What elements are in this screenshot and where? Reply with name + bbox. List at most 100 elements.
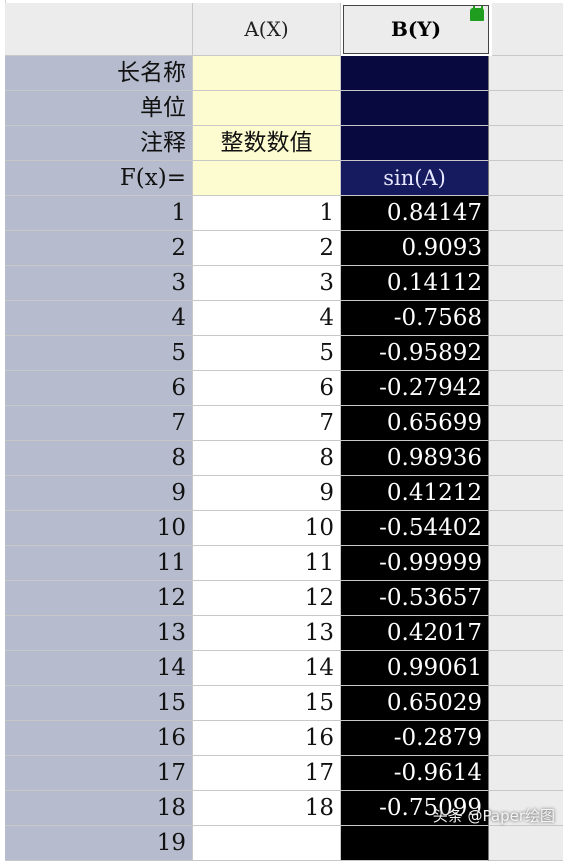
units-label: 单位 [5, 91, 193, 126]
worksheet-grid: A(X) B(Y) 长名称 单位 注释 整数数值 F(x)= sin(A) 11… [5, 3, 563, 861]
corner-cell[interactable] [5, 3, 193, 56]
table-row: 6 6 -0.27942 [5, 371, 563, 406]
empty-cell [489, 546, 563, 581]
column-header-a[interactable]: A(X) [193, 3, 341, 56]
column-header-b-label: B(Y) [390, 17, 442, 41]
empty-cell [489, 756, 563, 791]
row-number[interactable]: 15 [5, 686, 193, 721]
cell-a[interactable]: 9 [193, 476, 341, 511]
row-number[interactable]: 7 [5, 406, 193, 441]
formula-b[interactable]: sin(A) [341, 161, 489, 196]
row-number[interactable]: 5 [5, 336, 193, 371]
cell-a[interactable]: 3 [193, 266, 341, 301]
empty-cell [489, 721, 563, 756]
cell-b[interactable]: 0.84147 [341, 196, 489, 231]
row-number[interactable]: 19 [5, 826, 193, 861]
cell-b[interactable]: -0.2879 [341, 721, 489, 756]
long-name-row: 长名称 [5, 56, 563, 91]
cell-b[interactable]: -0.9614 [341, 756, 489, 791]
cell-a[interactable]: 8 [193, 441, 341, 476]
cell-a[interactable]: 12 [193, 581, 341, 616]
long-name-a[interactable] [193, 56, 341, 91]
row-number[interactable]: 12 [5, 581, 193, 616]
row-number[interactable]: 14 [5, 651, 193, 686]
comments-b[interactable] [341, 126, 489, 161]
cell-a[interactable]: 15 [193, 686, 341, 721]
table-row: 3 3 0.14112 [5, 266, 563, 301]
table-row: 8 8 0.98936 [5, 441, 563, 476]
cell-b[interactable]: -0.95892 [341, 336, 489, 371]
row-number[interactable]: 17 [5, 756, 193, 791]
row-number[interactable]: 18 [5, 791, 193, 826]
units-b[interactable] [341, 91, 489, 126]
table-row: 4 4 -0.7568 [5, 301, 563, 336]
cell-b[interactable]: -0.99999 [341, 546, 489, 581]
long-name-b[interactable] [341, 56, 489, 91]
empty-cell [489, 406, 563, 441]
row-number[interactable]: 13 [5, 616, 193, 651]
column-header-row: A(X) B(Y) [5, 3, 563, 56]
table-row: 7 7 0.65699 [5, 406, 563, 441]
cell-b[interactable]: 0.98936 [341, 441, 489, 476]
table-row: 12 12 -0.53657 [5, 581, 563, 616]
table-row: 2 2 0.9093 [5, 231, 563, 266]
cell-a[interactable]: 10 [193, 511, 341, 546]
cell-b[interactable]: 0.42017 [341, 616, 489, 651]
empty-cell [489, 91, 563, 126]
cell-a[interactable]: 6 [193, 371, 341, 406]
empty-cell [489, 231, 563, 266]
comments-a[interactable]: 整数数值 [193, 126, 341, 161]
cell-a[interactable]: 18 [193, 791, 341, 826]
row-number[interactable]: 6 [5, 371, 193, 406]
units-a[interactable] [193, 91, 341, 126]
cell-b[interactable]: 0.65699 [341, 406, 489, 441]
row-number[interactable]: 16 [5, 721, 193, 756]
cell-b[interactable]: 0.9093 [341, 231, 489, 266]
cell-b[interactable] [341, 826, 489, 861]
cell-a[interactable]: 5 [193, 336, 341, 371]
cell-b[interactable]: 0.99061 [341, 651, 489, 686]
cell-a[interactable]: 2 [193, 231, 341, 266]
long-name-label: 长名称 [5, 56, 193, 91]
row-number[interactable]: 9 [5, 476, 193, 511]
cell-a[interactable]: 11 [193, 546, 341, 581]
row-number[interactable]: 3 [5, 266, 193, 301]
units-row: 单位 [5, 91, 563, 126]
cell-b[interactable]: 0.65029 [341, 686, 489, 721]
cell-a[interactable]: 7 [193, 406, 341, 441]
table-row: 19 [5, 826, 563, 861]
cell-a[interactable]: 4 [193, 301, 341, 336]
row-number[interactable]: 11 [5, 546, 193, 581]
table-row: 16 16 -0.2879 [5, 721, 563, 756]
row-number[interactable]: 4 [5, 301, 193, 336]
cell-a[interactable]: 17 [193, 756, 341, 791]
cell-a[interactable]: 1 [193, 196, 341, 231]
cell-b[interactable]: -0.7568 [341, 301, 489, 336]
formula-label: F(x)= [5, 161, 193, 196]
cell-b[interactable]: 0.41212 [341, 476, 489, 511]
table-row: 10 10 -0.54402 [5, 511, 563, 546]
formula-row: F(x)= sin(A) [5, 161, 563, 196]
column-header-b[interactable]: B(Y) [343, 5, 489, 54]
formula-a[interactable] [193, 161, 341, 196]
cell-b[interactable]: -0.54402 [341, 511, 489, 546]
row-number[interactable]: 2 [5, 231, 193, 266]
row-number[interactable]: 8 [5, 441, 193, 476]
empty-cell [489, 441, 563, 476]
table-row: 15 15 0.65029 [5, 686, 563, 721]
row-number[interactable]: 10 [5, 511, 193, 546]
cell-b[interactable]: -0.27942 [341, 371, 489, 406]
cell-a[interactable]: 14 [193, 651, 341, 686]
cell-b[interactable]: 0.14112 [341, 266, 489, 301]
cell-a[interactable]: 16 [193, 721, 341, 756]
cell-a[interactable]: 13 [193, 616, 341, 651]
cell-a[interactable] [193, 826, 341, 861]
empty-cell [489, 301, 563, 336]
empty-cell [489, 56, 563, 91]
empty-cell [489, 161, 563, 196]
row-number[interactable]: 1 [5, 196, 193, 231]
empty-cell [489, 581, 563, 616]
cell-b[interactable]: -0.53657 [341, 581, 489, 616]
data-rows: 1 1 0.84147 2 2 0.9093 3 3 0.14112 4 4 -0.7568 5 5 -0.… [5, 196, 563, 861]
table-row: 14 14 0.99061 [5, 651, 563, 686]
